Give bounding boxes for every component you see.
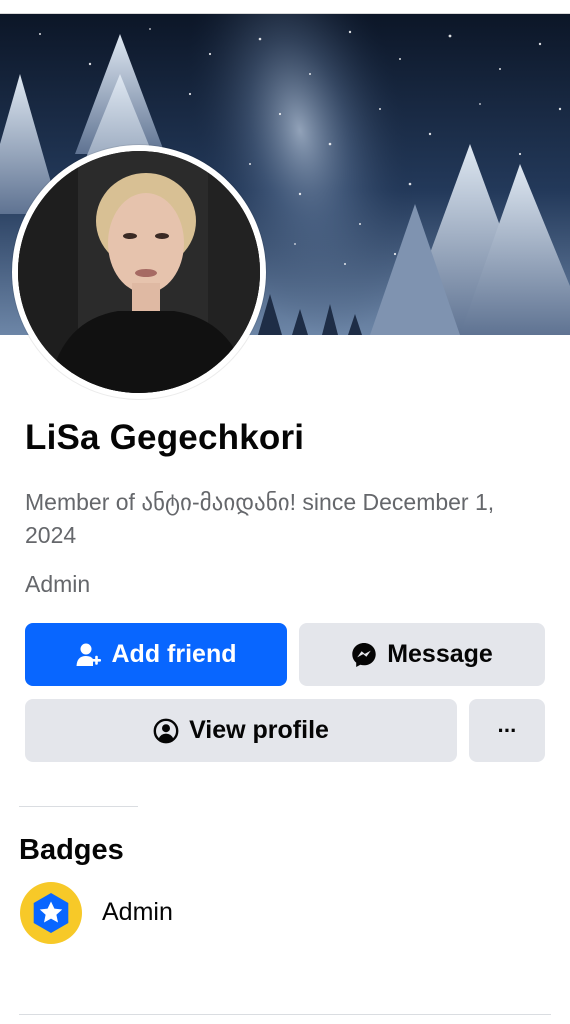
add-friend-label: Add friend [111, 640, 237, 668]
add-friend-icon [76, 642, 102, 668]
section-divider [19, 806, 138, 807]
messenger-icon [351, 642, 377, 668]
badges-heading: Badges [19, 834, 124, 866]
member-since-text: Member of ანტი-მაიდანი! since December 1… [25, 489, 495, 548]
more-icon: ··· [497, 717, 518, 743]
view-profile-button[interactable]: View profile [25, 699, 457, 762]
group-member-profile-page: LiSa Gegechkori Member of ანტი-მაიდანი! … [0, 0, 570, 1024]
profile-name[interactable]: LiSa Gegechkori [25, 418, 304, 458]
bottom-divider [19, 1014, 551, 1015]
more-options-button[interactable]: ··· [469, 699, 545, 762]
status-edge [0, 0, 570, 14]
star-shield-icon [19, 881, 83, 945]
profile-picture[interactable] [12, 145, 266, 399]
profile-picture-image [18, 151, 260, 393]
message-button[interactable]: Message [299, 623, 545, 686]
view-profile-label: View profile [189, 716, 329, 744]
message-label: Message [387, 640, 493, 668]
badge-label: Admin [102, 898, 173, 926]
member-role: Admin [25, 571, 91, 597]
user-circle-icon [153, 718, 179, 744]
add-friend-button[interactable]: Add friend [25, 623, 287, 686]
